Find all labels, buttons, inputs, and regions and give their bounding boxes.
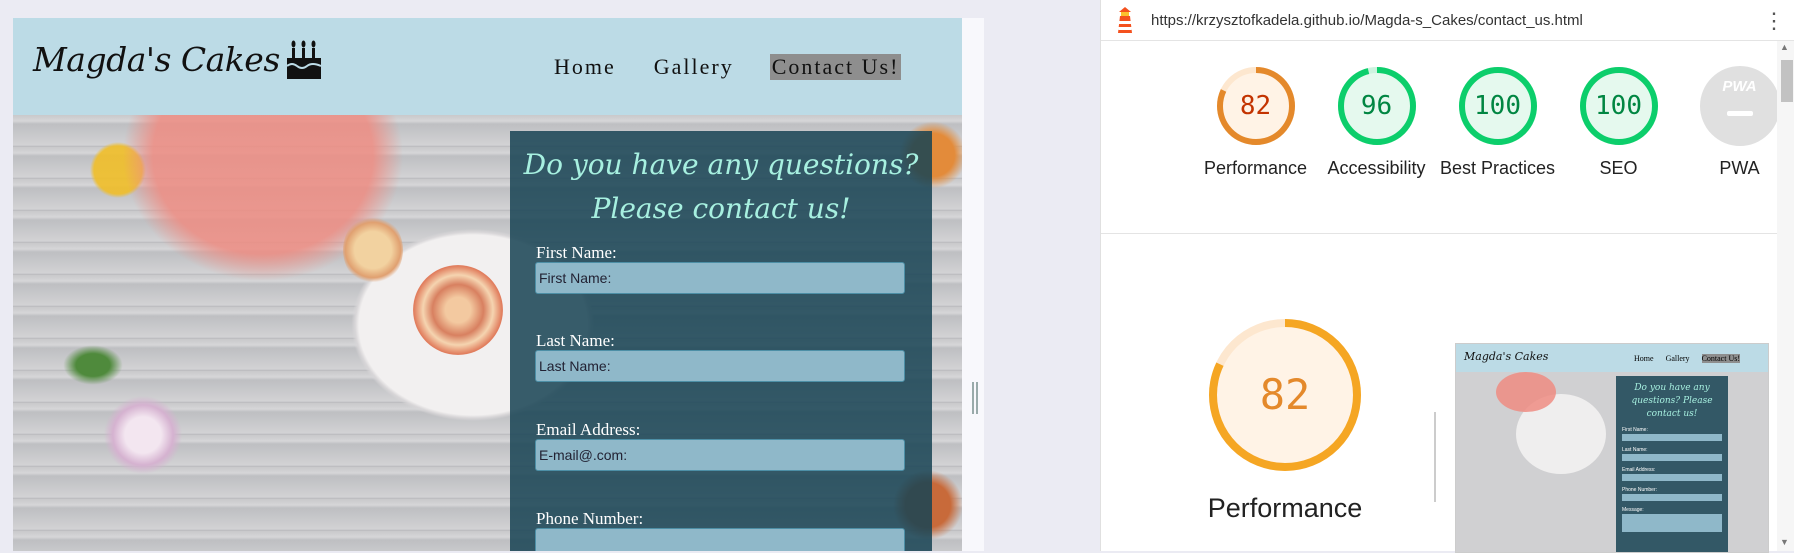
emulated-page: Magda's Cakes Home Gallery Contact Us! D… bbox=[13, 18, 962, 551]
thumbnail-logo: Magda's Cakes bbox=[1464, 350, 1549, 363]
resize-handle-icon[interactable] bbox=[972, 382, 978, 414]
thumbnail-nav: Home Gallery Contact Us! bbox=[1634, 354, 1740, 363]
hero-background-image: Do you have any questions? Please contac… bbox=[13, 115, 962, 551]
last-name-input[interactable] bbox=[535, 350, 905, 382]
pastry-piece-image bbox=[343, 215, 403, 285]
score-label: SEO bbox=[1599, 158, 1638, 178]
final-screenshot-thumbnail[interactable]: Magda's Cakes Home Gallery Contact Us! D… bbox=[1455, 343, 1769, 553]
first-name-input[interactable] bbox=[535, 262, 905, 294]
main-score-value: 82 bbox=[1259, 370, 1311, 419]
thumbnail-field-label: Email Address: bbox=[1622, 467, 1656, 473]
score-value: 96 bbox=[1360, 91, 1393, 121]
thumbnail-field-label: Phone Number: bbox=[1622, 487, 1658, 493]
nav-home[interactable]: Home bbox=[552, 54, 618, 80]
thumbnail-form-panel: Do you have any questions? Please contac… bbox=[1616, 376, 1728, 552]
vertical-divider bbox=[1434, 412, 1436, 502]
nav-contact[interactable]: Contact Us! bbox=[769, 54, 902, 80]
thumbnail-field bbox=[1622, 514, 1722, 532]
report-url[interactable]: https://krzysztofkadela.github.io/Magda-… bbox=[1151, 12, 1583, 29]
gauge-accessibility[interactable]: 96 Accessibility bbox=[1316, 66, 1437, 181]
thumbnail-nav-item: Home bbox=[1634, 354, 1654, 363]
contact-form: Do you have any questions? Please contac… bbox=[510, 131, 932, 551]
score-value: 100 bbox=[1474, 91, 1521, 121]
leaf-image bbox=[63, 345, 123, 385]
pane-splitter[interactable] bbox=[962, 18, 984, 551]
scroll-up-icon[interactable]: ▲ bbox=[1780, 42, 1789, 52]
main-nav: Home Gallery Contact Us! bbox=[552, 54, 902, 80]
thumbnail-header: Magda's Cakes Home Gallery Contact Us! bbox=[1456, 344, 1768, 372]
scroll-down-icon[interactable]: ▼ bbox=[1780, 537, 1789, 547]
first-name-label: First Name: bbox=[536, 243, 617, 262]
more-options-icon[interactable]: ⋮ bbox=[1763, 8, 1785, 34]
logo-text: Magda's Cakes bbox=[33, 39, 280, 79]
thumbnail-heading: Do you have any questions? Please contac… bbox=[1631, 383, 1713, 419]
thumbnail-nav-item: Gallery bbox=[1665, 354, 1690, 363]
section-divider bbox=[1101, 233, 1777, 234]
thumbnail-field bbox=[1622, 454, 1722, 461]
score-value: 100 bbox=[1595, 91, 1642, 121]
thumbnail-field bbox=[1622, 494, 1722, 501]
thumbnail-field-label: Last Name: bbox=[1622, 447, 1648, 453]
email-label: Email Address: bbox=[536, 420, 641, 439]
phone-label: Phone Number: bbox=[536, 509, 644, 528]
score-label: Accessibility bbox=[1327, 158, 1426, 178]
score-value: 82 bbox=[1239, 91, 1272, 121]
last-name-label: Last Name: bbox=[536, 331, 615, 350]
pwa-badge-text: PWA bbox=[1722, 78, 1757, 95]
site-logo[interactable]: Magda's Cakes bbox=[33, 38, 322, 80]
scrollbar-track[interactable] bbox=[1777, 41, 1794, 551]
main-score-label: Performance bbox=[1207, 493, 1363, 523]
report-url-bar: https://krzysztofkadela.github.io/Magda-… bbox=[1101, 0, 1794, 41]
lighthouse-icon bbox=[1118, 7, 1132, 33]
score-label: Best Practices bbox=[1439, 158, 1556, 178]
nav-gallery[interactable]: Gallery bbox=[652, 54, 736, 80]
lighthouse-report: https://krzysztofkadela.github.io/Magda-… bbox=[1100, 0, 1794, 553]
thumbnail-field-label: Message: bbox=[1622, 507, 1644, 513]
cake-icon bbox=[286, 40, 322, 79]
thumbnail-cloth-image bbox=[1496, 372, 1556, 412]
thumbnail-field bbox=[1622, 434, 1722, 441]
flower-image bbox=[98, 395, 188, 475]
email-input[interactable] bbox=[535, 439, 905, 471]
phone-input[interactable] bbox=[535, 528, 905, 551]
thumbnail-nav-item: Contact Us! bbox=[1701, 354, 1740, 363]
contact-heading: Do you have any questions? Please contac… bbox=[523, 148, 919, 225]
thumbnail-field-label: First Name: bbox=[1622, 427, 1648, 433]
scrollbar-thumb[interactable] bbox=[1781, 60, 1793, 102]
thumbnail-field bbox=[1622, 474, 1722, 481]
score-label: Performance bbox=[1203, 158, 1308, 178]
gauge-performance[interactable]: 82 Performance bbox=[1195, 66, 1316, 181]
gauge-seo[interactable]: 100 SEO bbox=[1558, 66, 1679, 181]
pastry-rose-image bbox=[413, 265, 503, 355]
gauge-best-practices[interactable]: 100 Best Practices bbox=[1437, 66, 1558, 181]
site-header: Magda's Cakes Home Gallery Contact Us! bbox=[13, 18, 962, 115]
